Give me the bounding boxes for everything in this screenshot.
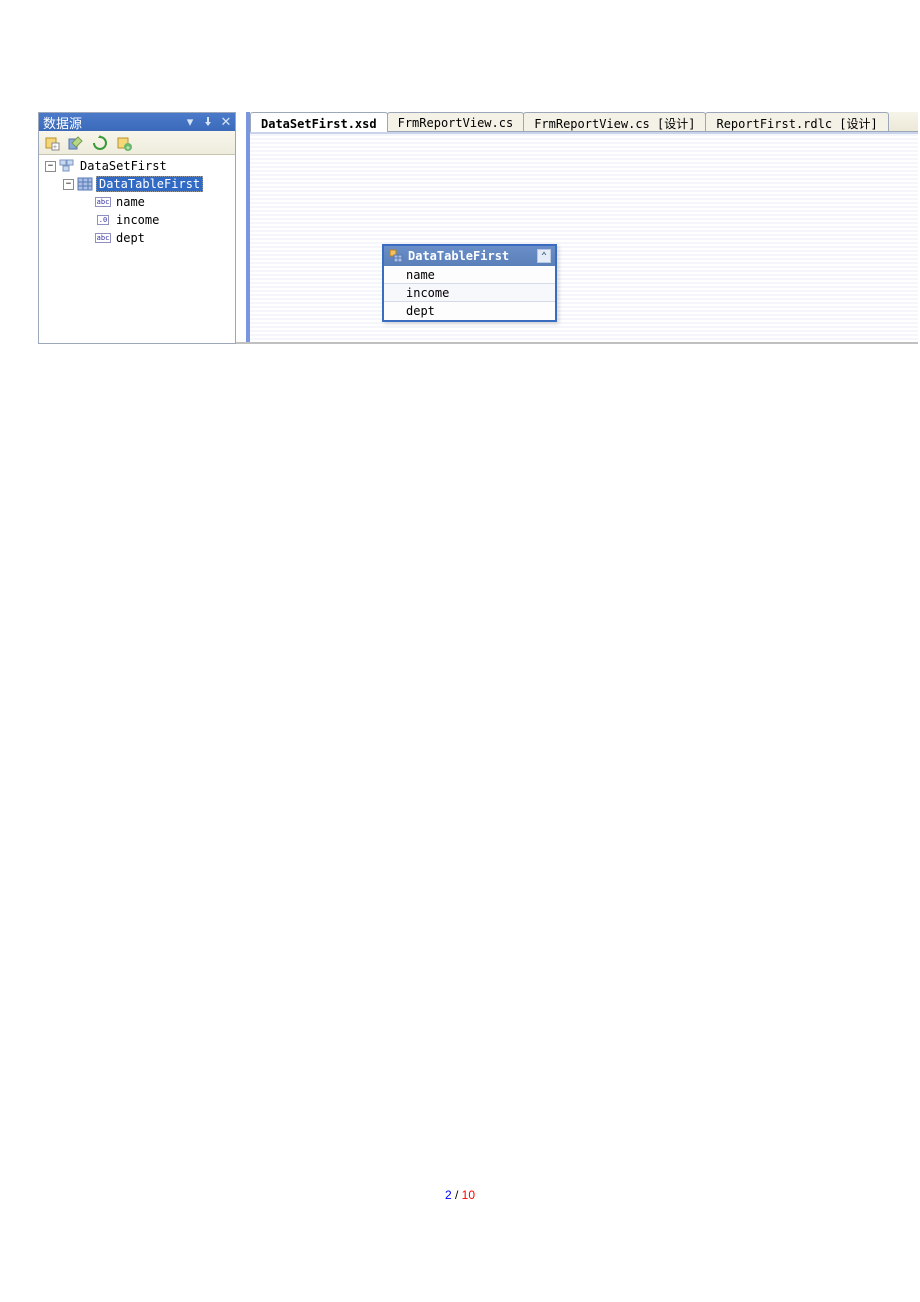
- tree-node-column[interactable]: abc name: [41, 193, 233, 211]
- datatable-widget[interactable]: DataTableFirst ⌃ name income dept: [382, 244, 557, 322]
- datatable-column-row[interactable]: name: [384, 266, 555, 284]
- datasource-toolbar: + +: [39, 131, 235, 155]
- tab-label: FrmReportView.cs [设计]: [534, 115, 695, 132]
- page-total: 10: [462, 1188, 475, 1202]
- tree-label: income: [114, 213, 161, 227]
- datasource-panel: 数据源 ▾ ✕ + +: [38, 112, 236, 344]
- document-tab-bar: DataSetFirst.xsd FrmReportView.cs FrmRep…: [250, 112, 918, 132]
- tree-label: DataTableFirst: [96, 176, 203, 192]
- svg-text:+: +: [53, 143, 57, 151]
- datasource-tree[interactable]: − DataSetFirst − DataTableFirst abc name: [39, 155, 235, 343]
- tree-node-dataset[interactable]: − DataSetFirst: [41, 157, 233, 175]
- tree-label: name: [114, 195, 147, 209]
- expander-icon[interactable]: −: [45, 161, 56, 172]
- tab-form-designer[interactable]: FrmReportView.cs [设计]: [523, 112, 706, 131]
- tree-node-column[interactable]: .0 income: [41, 211, 233, 229]
- tab-label: ReportFirst.rdlc [设计]: [716, 115, 877, 132]
- page-separator: /: [452, 1188, 462, 1202]
- page-current: 2: [445, 1188, 452, 1202]
- svg-text:+: +: [126, 144, 130, 151]
- editor-area: DataSetFirst.xsd FrmReportView.cs FrmRep…: [246, 112, 918, 342]
- edit-datasource-icon[interactable]: [67, 134, 85, 152]
- panel-title-bar[interactable]: 数据源 ▾ ✕: [39, 113, 235, 131]
- page-footer: 2 / 10: [0, 1188, 920, 1202]
- string-column-icon: abc: [95, 231, 111, 245]
- tab-code-file[interactable]: FrmReportView.cs: [387, 112, 525, 131]
- refresh-icon[interactable]: [91, 134, 109, 152]
- datatable-icon: [77, 177, 93, 191]
- datatable-column-row[interactable]: dept: [384, 302, 555, 320]
- panel-title: 数据源: [43, 113, 183, 132]
- tree-label: dept: [114, 231, 147, 245]
- expander-icon[interactable]: −: [63, 179, 74, 190]
- datatable-icon: [388, 248, 404, 264]
- string-column-icon: abc: [95, 195, 111, 209]
- add-datasource-icon[interactable]: +: [43, 134, 61, 152]
- dropdown-icon[interactable]: ▾: [183, 115, 197, 129]
- tab-report-designer[interactable]: ReportFirst.rdlc [设计]: [705, 112, 888, 131]
- ide-container: 数据源 ▾ ✕ + +: [38, 112, 918, 344]
- add-new-icon[interactable]: +: [115, 134, 133, 152]
- tab-label: DataSetFirst.xsd: [261, 117, 377, 131]
- tree-node-datatable[interactable]: − DataTableFirst: [41, 175, 233, 193]
- collapse-icon[interactable]: ⌃: [537, 249, 551, 263]
- tab-dataset-designer[interactable]: DataSetFirst.xsd: [250, 112, 388, 132]
- column-name: income: [406, 286, 449, 300]
- dataset-designer-canvas[interactable]: DataTableFirst ⌃ name income dept: [250, 132, 918, 342]
- tree-label: DataSetFirst: [78, 159, 169, 173]
- pin-icon[interactable]: [201, 115, 215, 129]
- tab-label: FrmReportView.cs: [398, 116, 514, 130]
- number-column-icon: .0: [95, 213, 111, 227]
- close-icon[interactable]: ✕: [219, 115, 233, 129]
- tree-node-column[interactable]: abc dept: [41, 229, 233, 247]
- datatable-column-row[interactable]: income: [384, 284, 555, 302]
- datatable-title: DataTableFirst: [408, 249, 537, 263]
- column-name: name: [406, 268, 435, 282]
- column-name: dept: [406, 304, 435, 318]
- datatable-header[interactable]: DataTableFirst ⌃: [384, 246, 555, 266]
- dataset-icon: [59, 159, 75, 173]
